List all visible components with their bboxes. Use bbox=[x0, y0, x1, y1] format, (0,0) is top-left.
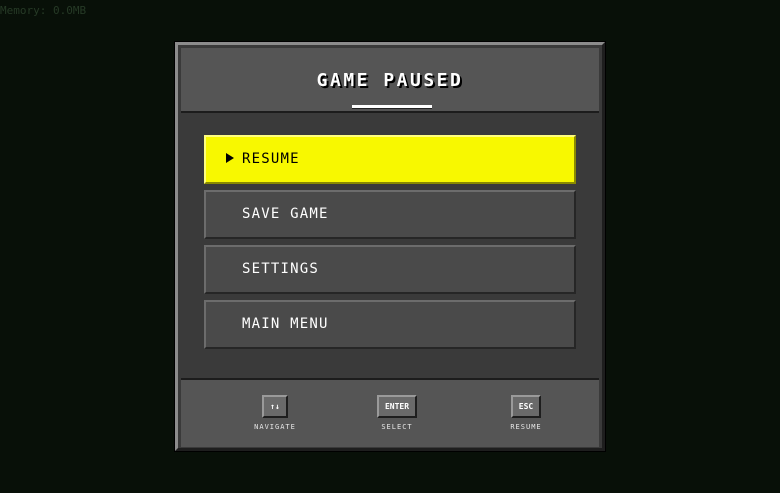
hint-label: RESUME bbox=[510, 423, 542, 431]
title-underline bbox=[352, 105, 432, 108]
pause-menu-header: GAME PAUSED bbox=[181, 48, 599, 113]
enter-key-icon: ENTER bbox=[376, 395, 418, 418]
esc-key-icon: ESC bbox=[510, 395, 542, 418]
controls-footer: ↑↓ NAVIGATE ENTER SELECT ESC RESUME bbox=[181, 378, 599, 447]
menu-item-settings[interactable]: SETTINGS bbox=[204, 245, 576, 294]
menu-item-label: SETTINGS bbox=[242, 261, 320, 277]
arrow-keys-icon: ↑↓ bbox=[262, 395, 288, 418]
hint-navigate: ↑↓ NAVIGATE bbox=[243, 394, 307, 431]
selection-arrow-icon bbox=[226, 153, 234, 163]
pause-menu-list: RESUME SAVE GAME SETTINGS MAIN MENU bbox=[204, 135, 576, 355]
menu-item-label: MAIN MENU bbox=[242, 316, 329, 332]
hint-label: SELECT bbox=[381, 423, 413, 431]
menu-item-label: SAVE GAME bbox=[242, 206, 329, 222]
memory-readout: Memory: 0.0MB bbox=[0, 4, 87, 17]
pause-title: GAME PAUSED bbox=[316, 70, 464, 91]
menu-item-label: RESUME bbox=[242, 151, 300, 167]
menu-item-resume[interactable]: RESUME bbox=[204, 135, 576, 184]
menu-item-main-menu[interactable]: MAIN MENU bbox=[204, 300, 576, 349]
pause-menu-panel: GAME PAUSED RESUME SAVE GAME SETTINGS MA… bbox=[175, 42, 605, 451]
hint-resume: ESC RESUME bbox=[494, 394, 558, 431]
hint-select: ENTER SELECT bbox=[365, 394, 429, 431]
hint-label: NAVIGATE bbox=[254, 423, 296, 431]
menu-item-save-game[interactable]: SAVE GAME bbox=[204, 190, 576, 239]
